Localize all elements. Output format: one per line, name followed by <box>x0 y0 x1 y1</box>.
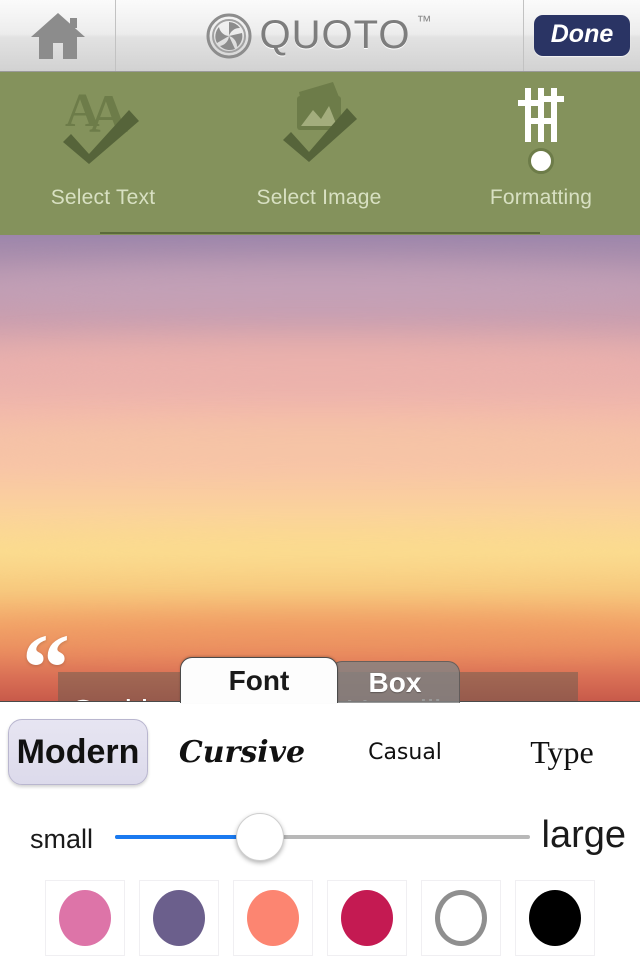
formatting-panel: Modern Cursive Casual Type small large <box>0 701 640 960</box>
step-select-image-label: Select Image <box>256 186 382 209</box>
step-formatting[interactable]: Formatting <box>446 72 636 210</box>
color-swatch-pink[interactable] <box>45 880 125 956</box>
tab-box[interactable]: Box <box>330 661 460 703</box>
color-swatch-crimson[interactable] <box>327 880 407 956</box>
color-dot <box>59 890 111 946</box>
step-select-image[interactable]: Select Image <box>224 72 414 210</box>
app-logo: QUOTO ™ <box>116 0 524 71</box>
slider-min-label: small <box>30 824 94 854</box>
color-swatch-row <box>0 880 640 960</box>
slider-thumb[interactable] <box>236 813 285 861</box>
home-icon <box>29 10 87 62</box>
photo-icon <box>224 72 414 164</box>
font-option-modern[interactable]: Modern <box>8 719 148 785</box>
top-toolbar: QUOTO ™ Done <box>0 0 640 72</box>
done-button-cell: Done <box>524 0 640 71</box>
font-option-type[interactable]: Type <box>492 719 632 785</box>
color-dot <box>247 890 299 946</box>
color-dot <box>341 890 393 946</box>
color-swatch-coral[interactable] <box>233 880 313 956</box>
tab-font[interactable]: Font <box>180 657 338 703</box>
step-formatting-label: Formatting <box>489 186 593 209</box>
step-current-dot <box>528 148 554 174</box>
cloud-band <box>0 421 640 460</box>
slider-max-label: large <box>541 814 627 856</box>
font-option-cursive[interactable]: Cursive <box>172 719 312 785</box>
color-dot <box>153 890 205 946</box>
quote-canvas[interactable]: “ God has promised He will never leave y… <box>0 235 640 701</box>
cloud-band <box>0 617 640 648</box>
step-select-text-label: Select Text <box>50 186 156 209</box>
color-swatch-purple[interactable] <box>139 880 219 956</box>
cloud-band <box>0 262 640 315</box>
font-options-row: Modern Cursive Casual Type <box>0 719 640 797</box>
step-select-text[interactable]: A A Select Text <box>8 72 198 210</box>
brand-name: QUOTO <box>259 13 411 57</box>
font-size-slider-row: small large <box>0 806 640 870</box>
home-button[interactable] <box>0 0 116 71</box>
color-swatch-white[interactable] <box>421 880 501 956</box>
format-tabs: Box Font <box>0 655 640 703</box>
color-swatch-black[interactable] <box>515 880 595 956</box>
cloud-band <box>0 337 640 382</box>
color-dot <box>529 890 581 946</box>
trademark-symbol: ™ <box>416 13 432 30</box>
done-button[interactable]: Done <box>533 15 631 56</box>
color-dot <box>435 890 487 946</box>
step-track-line <box>100 232 540 234</box>
font-size-slider[interactable] <box>115 813 530 861</box>
aperture-icon <box>206 13 252 59</box>
font-option-casual[interactable]: Casual <box>340 719 470 785</box>
text-aa-icon: A A <box>8 72 198 164</box>
app-root: QUOTO ™ Done A A Select Text Select Imag… <box>0 0 640 960</box>
step-progress-bar: A A Select Text Select Image Formatting <box>0 72 640 235</box>
cloud-band <box>0 533 640 568</box>
